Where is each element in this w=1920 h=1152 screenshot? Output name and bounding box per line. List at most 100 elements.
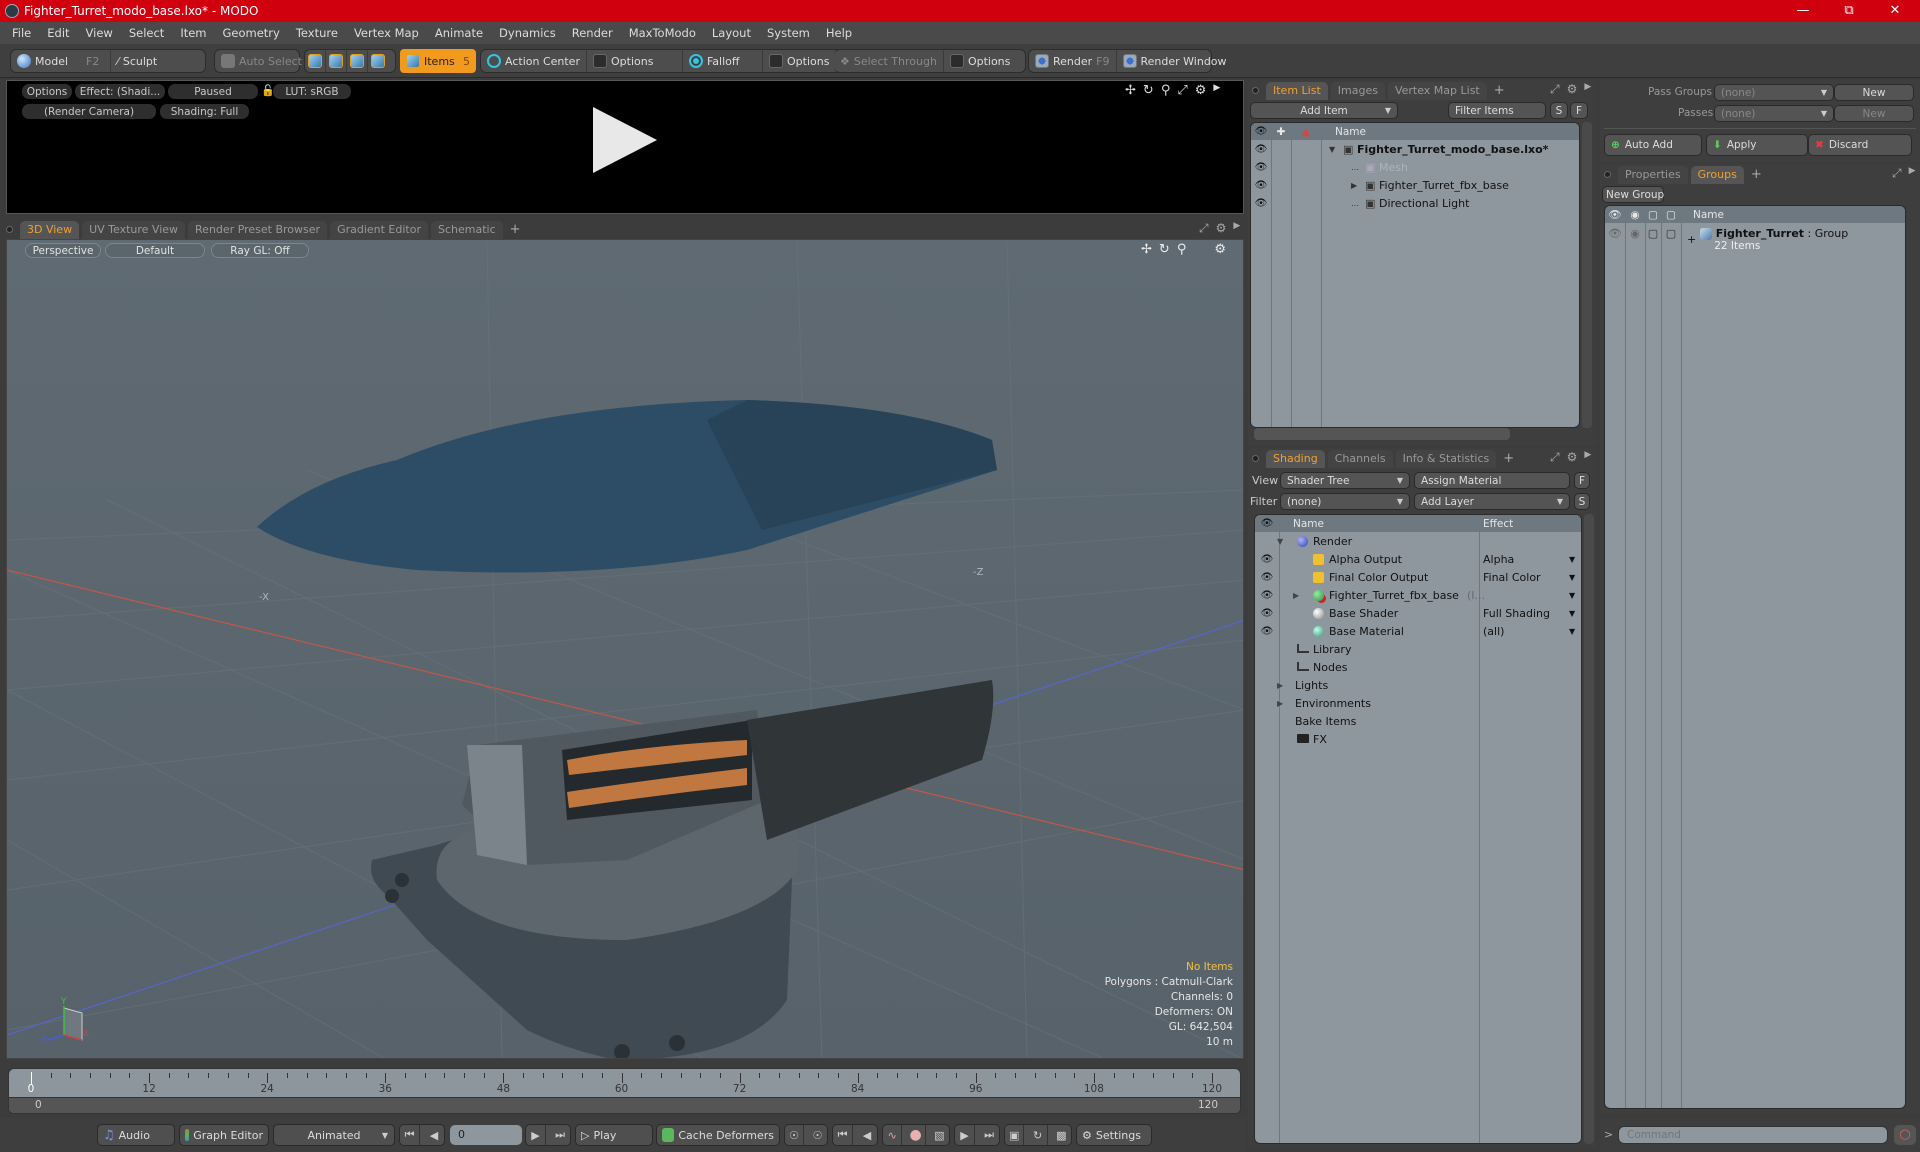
shader-row[interactable]: ▼ Render bbox=[1255, 532, 1581, 550]
edges-mode-button[interactable] bbox=[326, 50, 347, 72]
zoom-icon[interactable]: ⚲ bbox=[1161, 83, 1171, 98]
prev-key-step-button[interactable]: ◀ bbox=[857, 1125, 877, 1145]
key-down-button[interactable]: ☉ bbox=[808, 1125, 827, 1145]
timeline-ruler[interactable]: 0 12 24 36 48 60 72 84 96 108 120 bbox=[9, 1069, 1240, 1097]
menu-select[interactable]: Select bbox=[121, 26, 172, 40]
auto-select-button[interactable]: Auto Select bbox=[215, 50, 308, 72]
tab-3d-view[interactable]: 3D View bbox=[20, 221, 80, 239]
select-through-button[interactable]: ❖ Select Through bbox=[834, 50, 944, 72]
shader-row[interactable]: FX bbox=[1255, 730, 1581, 748]
shader-row[interactable]: 👁 Base Material (all) ▼ bbox=[1255, 622, 1581, 640]
render-paused-button[interactable]: Paused bbox=[168, 84, 258, 99]
polygons-mode-button[interactable] bbox=[347, 50, 368, 72]
arrow-right-icon[interactable]: ▶ bbox=[1584, 450, 1591, 465]
turret-model[interactable] bbox=[257, 400, 997, 1059]
arrow-right-icon[interactable]: ▶ bbox=[1584, 82, 1591, 97]
record-button[interactable]: ● bbox=[906, 1125, 926, 1145]
arrow-right-icon[interactable]: ▶ bbox=[1909, 166, 1916, 181]
restore-button[interactable]: ⧉ bbox=[1826, 0, 1872, 22]
select-through-options-button[interactable]: Options bbox=[944, 50, 1016, 72]
expand-toggle-icon[interactable]: ▼ bbox=[1329, 145, 1335, 154]
pass-groups-dropdown[interactable]: (none) ▼ bbox=[1714, 84, 1834, 101]
new-pass-button[interactable]: New bbox=[1834, 105, 1914, 122]
auto-key-button[interactable]: ∿ bbox=[883, 1125, 903, 1145]
visibility-eye-icon[interactable]: 👁 bbox=[1255, 608, 1279, 619]
arrow-right-icon[interactable]: ▶ bbox=[1213, 83, 1220, 98]
apply-button[interactable]: ⬇ Apply bbox=[1706, 134, 1808, 156]
chevron-down-icon[interactable]: ▼ bbox=[1569, 627, 1575, 636]
animated-dropdown[interactable]: Animated ▼ bbox=[273, 1124, 395, 1146]
visibility-eye-icon[interactable]: 👁 bbox=[1251, 162, 1271, 173]
menu-render[interactable]: Render bbox=[564, 26, 621, 40]
chevron-down-icon[interactable]: ▼ bbox=[1569, 573, 1575, 582]
new-group-button[interactable]: New Group bbox=[1602, 186, 1664, 203]
discard-button[interactable]: ✖ Discard bbox=[1808, 134, 1912, 156]
render-options-button[interactable]: Options bbox=[22, 84, 72, 99]
item-row[interactable]: 👁 ▼ ▣ Fighter_Turret_modo_base.lxo* bbox=[1251, 140, 1579, 158]
shader-row[interactable]: Nodes bbox=[1255, 658, 1581, 676]
maximize-icon[interactable]: ⤢ bbox=[1892, 166, 1902, 181]
visibility-eye-icon[interactable]: 👁 bbox=[1605, 227, 1625, 240]
expand-toggle-icon[interactable]: ▼ bbox=[1277, 537, 1283, 546]
f-button[interactable]: F bbox=[1570, 102, 1588, 119]
s-button[interactable]: S bbox=[1574, 493, 1590, 510]
menu-geometry[interactable]: Geometry bbox=[215, 26, 288, 40]
raygl-dropdown[interactable]: Ray GL: Off bbox=[211, 243, 309, 258]
materials-mode-button[interactable] bbox=[368, 50, 388, 72]
menu-maxtomodo[interactable]: MaxToModo bbox=[621, 26, 704, 40]
filter-items-input[interactable]: Filter Items bbox=[1448, 102, 1546, 119]
passes-dropdown[interactable]: (none) ▼ bbox=[1714, 105, 1834, 122]
tab-properties[interactable]: Properties bbox=[1618, 166, 1688, 184]
step-forward-button[interactable]: ▶ bbox=[526, 1125, 547, 1145]
group-row[interactable]: 👁 ◉ ▢ ▢ + Fighter_Turret : Group 22 Item… bbox=[1605, 223, 1905, 257]
items-mode-button[interactable]: Items 5 bbox=[400, 49, 476, 73]
expand-toggle-icon[interactable]: ▶ bbox=[1293, 591, 1299, 600]
minimize-button[interactable]: — bbox=[1780, 0, 1826, 22]
expand-toggle-icon[interactable]: ▶ bbox=[1351, 181, 1357, 190]
frame-input[interactable]: 0 bbox=[450, 1125, 522, 1145]
tab-images[interactable]: Images bbox=[1330, 82, 1385, 100]
gear-icon[interactable]: ⚙ bbox=[1567, 450, 1578, 465]
select-toggle[interactable]: ▢ bbox=[1645, 227, 1661, 240]
f-button[interactable]: F bbox=[1574, 472, 1590, 489]
timeline-range-bar[interactable]: 0 120 bbox=[9, 1097, 1240, 1113]
maximize-icon[interactable]: ⤢ bbox=[1177, 83, 1187, 98]
gear-icon[interactable]: ⚙ bbox=[1195, 83, 1207, 98]
menu-animate[interactable]: Animate bbox=[427, 26, 491, 40]
menu-texture[interactable]: Texture bbox=[288, 26, 346, 40]
key-up-button[interactable]: ☉ bbox=[785, 1125, 805, 1145]
add-tab-button[interactable]: + bbox=[1499, 450, 1518, 468]
tab-vertex-map-list[interactable]: Vertex Map List bbox=[1387, 82, 1487, 100]
projection-dropdown[interactable]: Perspective bbox=[25, 243, 101, 258]
menu-edit[interactable]: Edit bbox=[39, 26, 77, 40]
falloff-options-button[interactable]: Options bbox=[763, 50, 835, 72]
expand-plus-icon[interactable]: + bbox=[1681, 227, 1696, 246]
gear-icon[interactable]: ⚙ bbox=[1214, 242, 1226, 257]
render-window-button[interactable]: Render Window bbox=[1117, 50, 1233, 72]
visibility-eye-icon[interactable]: 👁 bbox=[1251, 180, 1271, 191]
command-history-icon[interactable]: ○ bbox=[1894, 1125, 1916, 1145]
gear-icon[interactable]: ⚙ bbox=[1216, 221, 1227, 236]
shader-row[interactable]: ▶ Environments bbox=[1255, 694, 1581, 712]
shader-row[interactable]: 👁 ▶ Fighter_Turret_fbx_base (I... ▼ bbox=[1255, 586, 1581, 604]
expand-toggle-icon[interactable]: ▶ bbox=[1277, 699, 1283, 708]
close-button[interactable]: ✕ bbox=[1872, 0, 1918, 22]
tab-schematic[interactable]: Schematic bbox=[431, 221, 503, 239]
lut-dropdown[interactable]: LUT: sRGB bbox=[273, 84, 351, 99]
expand-toggle-icon[interactable]: ▶ bbox=[1277, 681, 1283, 690]
tab-shading[interactable]: Shading bbox=[1266, 450, 1325, 468]
effect-dropdown[interactable]: Full Shading bbox=[1483, 607, 1550, 620]
visibility-eye-icon[interactable]: 👁 bbox=[1251, 198, 1271, 209]
settings-button[interactable]: ⚙ Settings bbox=[1076, 1124, 1152, 1146]
auto-add-button[interactable]: ⊕ Auto Add bbox=[1604, 134, 1702, 156]
tab-render-preset-browser[interactable]: Render Preset Browser bbox=[188, 221, 328, 239]
rotate-icon[interactable]: ↻ bbox=[1159, 242, 1170, 257]
action-center-button[interactable]: Action Center bbox=[481, 50, 587, 72]
key-selected-button[interactable]: ▧ bbox=[930, 1125, 949, 1145]
menu-file[interactable]: File bbox=[4, 26, 39, 40]
new-pass-group-button[interactable]: New bbox=[1834, 84, 1914, 101]
zoom-icon[interactable]: ⚲ bbox=[1177, 242, 1187, 257]
camera-key-button[interactable]: ▣ bbox=[1005, 1125, 1025, 1145]
add-tab-button[interactable]: + bbox=[1490, 82, 1509, 100]
add-tab-button[interactable]: + bbox=[506, 221, 525, 239]
